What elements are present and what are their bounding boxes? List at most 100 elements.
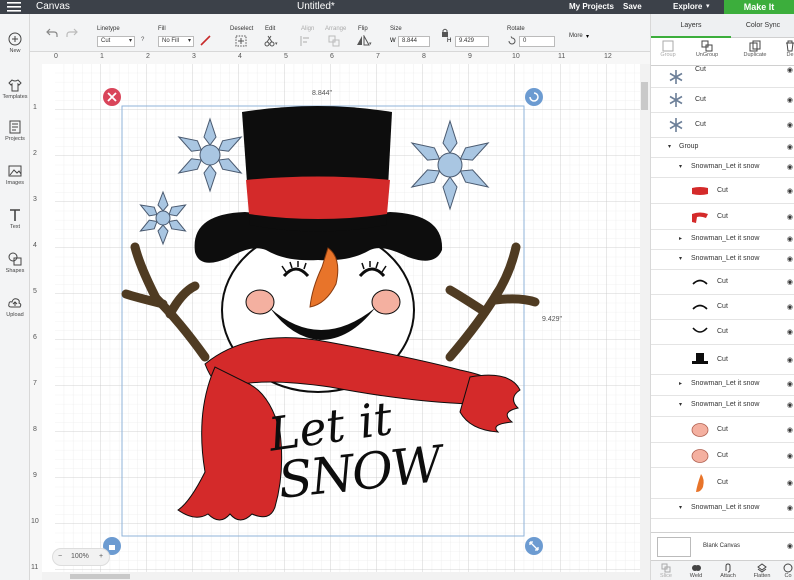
paperclip-icon [725,563,731,573]
layer-subgroup-row[interactable]: ▸ Snowman_Let it snow ◉ [651,375,794,396]
eye-icon[interactable]: ◉ [787,66,793,74]
sidebar-item-text[interactable]: Text [0,208,30,230]
layer-row[interactable]: Cut ◉ [651,417,794,443]
layer-row[interactable]: Cut ◉ [651,468,794,499]
zoom-control[interactable]: − 100% + [52,548,110,566]
eye-icon[interactable]: ◉ [787,187,793,195]
eye-icon[interactable]: ◉ [787,163,793,171]
weld-icon [692,565,701,571]
eye-icon[interactable]: ◉ [787,479,793,487]
redo-icon[interactable] [66,28,78,38]
sidebar-item-templates[interactable]: Templates [0,78,30,100]
eye-icon[interactable]: ◉ [787,255,793,263]
chevron-down-icon: ▾ [679,505,683,511]
align-icon[interactable] [300,35,314,47]
layer-row[interactable]: Cut ◉ [651,178,794,204]
contour-button[interactable]: Co [781,563,794,579]
left-cheek [245,289,275,315]
delete-button[interactable]: De [783,38,794,58]
layer-row[interactable]: Cut ◉ [651,204,794,230]
eye-icon[interactable]: ◉ [787,235,793,243]
hamburger-icon[interactable] [7,2,21,12]
eye-icon[interactable]: ◉ [787,303,793,311]
zoom-out-icon[interactable]: − [58,549,62,565]
width-readout: 8.844" [312,90,333,97]
layer-row[interactable]: Cut ◉ [651,88,794,113]
sidebar-item-projects[interactable]: Projects [0,120,30,142]
layer-row[interactable]: Cut ◉ [651,320,794,345]
deselect-icon[interactable] [235,35,247,47]
tab-layers[interactable]: Layers [651,14,731,38]
flip-icon[interactable]: ▾ [356,35,372,47]
layer-row[interactable]: Cut ◉ [651,270,794,295]
hat-band-thumb-icon [692,187,708,195]
eye-icon[interactable]: ◉ [787,401,793,409]
group-button[interactable]: Group [653,38,683,58]
slice-button[interactable]: Slice [653,563,679,579]
weld-button[interactable]: Weld [683,563,709,579]
size-label: Size [390,26,402,32]
eye-icon[interactable]: ◉ [787,504,793,512]
layer-row[interactable]: Cut ◉ [651,113,794,138]
fill-select[interactable]: No Fill ▾ [158,36,194,47]
eye-icon[interactable]: ◉ [787,380,793,388]
layer-subgroup-row[interactable]: ▾ Snowman_Let it snow ◉ [651,158,794,178]
layer-subgroup-row[interactable]: ▸ Snowman_Let it snow ◉ [651,230,794,250]
ungroup-button[interactable]: UnGroup [689,38,725,58]
layer-row[interactable]: Cut ◉ [651,295,794,320]
eye-icon[interactable]: ◉ [787,356,793,364]
let-it-snow-text[interactable]: Let it SNOW [265,391,468,510]
tab-color-sync[interactable]: Color Sync [731,14,794,38]
shapes-icon [8,252,22,266]
eye-icon[interactable]: ◉ [787,278,793,286]
sidebar-item-upload[interactable]: Upload [0,296,30,318]
layer-group-row[interactable]: ▾ Group ◉ [651,138,794,158]
linetype-select[interactable]: Cut ▾ [97,36,135,47]
attach-button[interactable]: Attach [713,563,743,579]
scarf-thumb-icon [692,212,708,223]
make-it-button[interactable]: Make It [724,0,794,14]
eye-icon[interactable]: ◉ [787,121,793,129]
my-projects-link[interactable]: My Projects [569,2,614,11]
design-canvas[interactable]: 0 1 2 3 4 5 6 7 8 9 10 11 12 1 2 3 4 5 6… [30,52,650,580]
save-button[interactable]: Save [623,2,642,11]
sidebar-item-shapes[interactable]: Shapes [0,252,30,274]
blank-canvas-swatch[interactable] [657,537,691,557]
eye-icon[interactable]: ◉ [787,213,793,221]
eye-icon[interactable]: ◉ [787,542,793,550]
arrange-icon[interactable] [328,35,342,47]
lock-icon[interactable] [441,28,449,37]
explore-menu[interactable]: Explore [673,2,702,11]
flatten-button[interactable]: Flatten [747,563,777,579]
blank-canvas-row[interactable]: Blank Canvas ◉ [651,532,794,560]
more-menu[interactable]: More [569,33,583,39]
layer-row[interactable]: Cut ◉ [651,443,794,468]
flip-label: Flip [358,26,368,32]
layer-row[interactable]: Cut ◉ [651,345,794,375]
layer-subgroup-row[interactable]: ▾ Snowman_Let it snow ◉ [651,396,794,417]
zoom-in-icon[interactable]: + [99,549,103,565]
chevron-down-icon: ▾ [679,256,683,262]
width-input[interactable]: 8.844 [398,36,430,47]
eye-icon[interactable]: ◉ [787,452,793,460]
duplicate-button[interactable]: Duplicate [737,38,773,58]
zoom-level: 100% [71,553,89,560]
eye-icon[interactable]: ◉ [787,96,793,104]
layer-row[interactable]: Cut ◉ [651,66,794,88]
layer-subgroup-row[interactable]: ▾ Snowman_Let it snow ◉ [651,250,794,270]
eye-icon[interactable]: ◉ [787,328,793,336]
sidebar-item-images[interactable]: Images [0,164,30,186]
edit-scissors-icon[interactable]: ▾ [264,35,278,47]
height-input[interactable]: 9.429 [455,36,489,47]
right-cheek [371,289,401,315]
undo-icon[interactable] [46,28,58,38]
sidebar-item-new[interactable]: New [0,32,30,54]
eye-icon[interactable]: ◉ [787,426,793,434]
eye-icon[interactable]: ◉ [787,143,793,151]
help-icon[interactable]: ? [141,37,144,43]
fill-color-swatch-icon[interactable] [199,34,211,46]
blank-canvas-label: Blank Canvas [703,543,741,549]
layer-subgroup-row[interactable]: ▾ Snowman_Let it snow ◉ [651,499,794,519]
rotate-input[interactable]: 0 [519,36,555,47]
rotate-icon[interactable] [507,36,517,46]
